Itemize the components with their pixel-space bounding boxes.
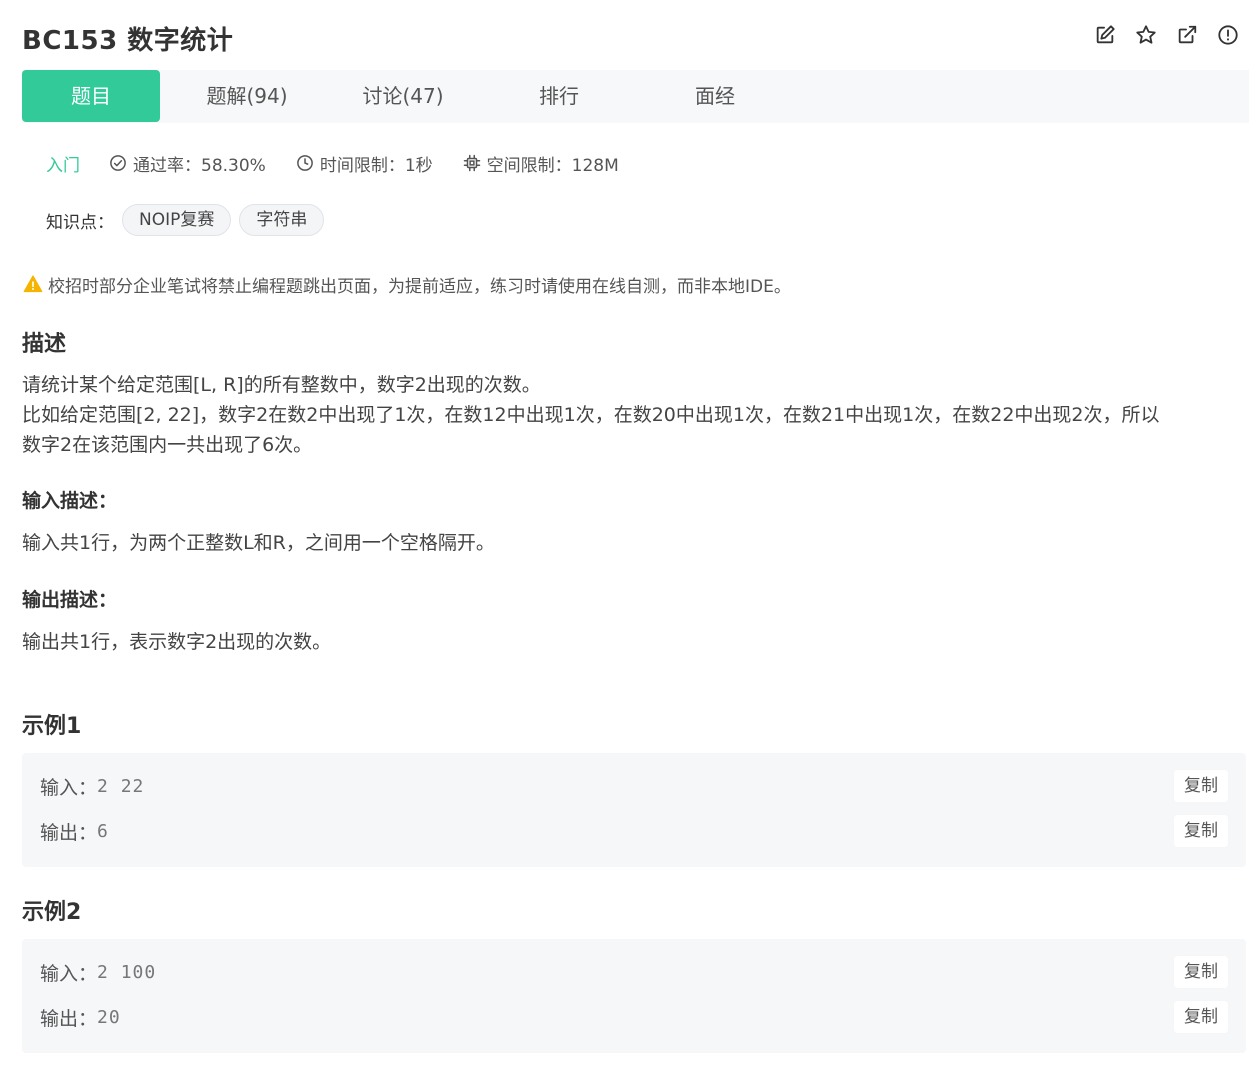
example-1-output-row: 输出： 6 xyxy=(40,816,109,846)
output-desc-text: 输出共1行，表示数字2出现的次数。 xyxy=(22,631,332,653)
example-1-input-row: 输入： 2 22 xyxy=(40,771,144,801)
output-desc-heading: 输出描述： xyxy=(22,589,118,611)
example-1-output-copy-button[interactable]: 复制 xyxy=(1174,815,1228,847)
input-desc-heading: 输入描述： xyxy=(22,490,118,512)
example-2-box: 输入： 2 100 复制 输出： 20 复制 xyxy=(22,939,1246,1053)
info-icon[interactable] xyxy=(1217,24,1239,46)
tab-discussion[interactable]: 讨论(47) xyxy=(338,70,468,122)
check-circle-icon xyxy=(110,155,126,171)
description-line-2: 比如给定范围[2, 22]，数字2在数2中出现了1次，在数12中出现1次，在数2… xyxy=(22,404,1160,426)
example-1-box: 输入： 2 22 复制 输出： 6 复制 xyxy=(22,753,1246,867)
page-title: BC153 数字统计 xyxy=(22,26,234,56)
description-line-3: 数字2在该范围内一共出现了6次。 xyxy=(22,434,313,456)
example-1-heading: 示例1 xyxy=(22,714,82,739)
tab-interview[interactable]: 面经 xyxy=(650,70,780,122)
example-1-output-label: 输出： xyxy=(40,821,98,844)
time-limit: 时间限制：1秒 xyxy=(296,151,433,176)
star-icon[interactable] xyxy=(1135,24,1157,46)
example-2-input-value: 2 100 xyxy=(97,961,157,983)
example-1-input-copy-button[interactable]: 复制 xyxy=(1174,770,1228,802)
header-actions xyxy=(1094,24,1239,46)
tag-noip[interactable]: NOIP复赛 xyxy=(122,204,232,236)
tag-string[interactable]: 字符串 xyxy=(239,204,325,236)
tab-problem[interactable]: 题目 xyxy=(22,70,160,122)
input-desc-text: 输入共1行，为两个正整数L和R，之间用一个空格隔开。 xyxy=(22,532,495,554)
example-2-heading: 示例2 xyxy=(22,900,82,925)
example-2-output-value: 20 xyxy=(97,1006,121,1028)
example-2-input-label: 输入： xyxy=(40,962,98,985)
chip-icon xyxy=(463,154,480,172)
clock-icon xyxy=(296,155,313,171)
time-limit-text: 时间限制：1秒 xyxy=(319,155,433,176)
pass-rate: 通过率：58.30% xyxy=(109,151,266,176)
difficulty-label: 入门 xyxy=(46,155,80,176)
memory-limit: 空间限制：128M xyxy=(463,151,619,176)
pass-rate-text: 通过率：58.30% xyxy=(133,155,266,176)
header: BC153 数字统计 xyxy=(22,18,1249,58)
problem-meta: 入门 通过率：58.30% 时间限制：1秒 空间限制：128M xyxy=(46,150,649,176)
warning-text: 校招时部分企业笔试将禁止编程题跳出页面，为提前适应，练习时请使用在线自测，而非本… xyxy=(48,276,791,297)
warning-icon xyxy=(23,275,43,293)
example-2-output-label: 输出： xyxy=(40,1007,98,1030)
example-1-input-value: 2 22 xyxy=(97,775,145,797)
tab-ranking[interactable]: 排行 xyxy=(494,70,624,122)
example-2-input-row: 输入： 2 100 xyxy=(40,957,156,987)
example-2-input-copy-button[interactable]: 复制 xyxy=(1174,956,1228,988)
knowledge-tags: 知识点： NOIP复赛 字符串 xyxy=(46,204,325,236)
example-1-output-value: 6 xyxy=(97,820,109,842)
exam-warning: 校招时部分企业笔试将禁止编程题跳出页面，为提前适应，练习时请使用在线自测，而非本… xyxy=(23,272,791,297)
example-2-output-row: 输出： 20 xyxy=(40,1002,121,1032)
example-2-output-copy-button[interactable]: 复制 xyxy=(1174,1001,1228,1033)
description-line-1: 请统计某个给定范围[L, R]的所有整数中，数字2出现的次数。 xyxy=(22,374,541,396)
description-heading: 描述 xyxy=(22,332,67,357)
memory-limit-text: 空间限制：128M xyxy=(486,155,619,176)
tab-solutions[interactable]: 题解(94) xyxy=(182,70,312,122)
edit-icon[interactable] xyxy=(1094,24,1116,46)
example-1-input-label: 输入： xyxy=(40,776,98,799)
knowledge-label: 知识点： xyxy=(46,212,114,233)
tab-bar: 题目 题解(94) 讨论(47) 排行 面经 xyxy=(22,70,1249,123)
external-link-icon[interactable] xyxy=(1176,24,1198,46)
